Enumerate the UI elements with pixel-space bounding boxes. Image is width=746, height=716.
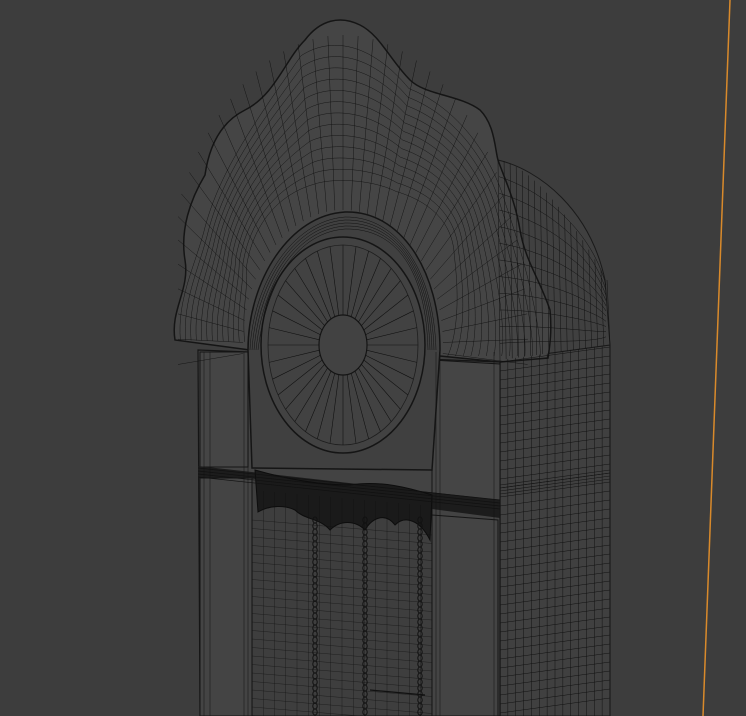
3d-viewport[interactable] bbox=[0, 0, 746, 716]
axis-line bbox=[702, 0, 731, 716]
wireframe-scene bbox=[173, 0, 731, 716]
